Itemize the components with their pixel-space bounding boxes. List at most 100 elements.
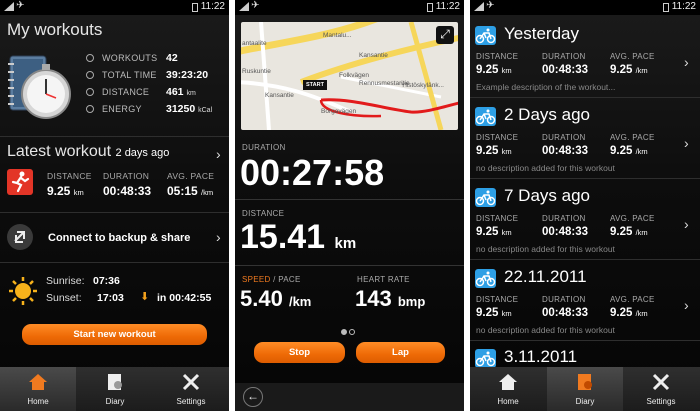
home-icon bbox=[29, 374, 47, 390]
distance-label: DISTANCE bbox=[476, 133, 519, 142]
map-label: Folkvägen bbox=[339, 72, 369, 79]
chevron-right-icon: › bbox=[216, 229, 221, 245]
duration-label: DURATION bbox=[542, 214, 586, 223]
battery-icon bbox=[427, 3, 433, 12]
distance-label: DISTANCE bbox=[476, 52, 519, 61]
home-screen: ✈ 11:22 My workouts WORKOUTS 42 TOTAL TI… bbox=[0, 0, 229, 411]
sunset-countdown: in 00:42:55 bbox=[157, 292, 212, 304]
start-marker: START bbox=[303, 80, 327, 90]
tab-settings[interactable]: Settings bbox=[623, 367, 699, 411]
chevron-right-icon: › bbox=[684, 216, 689, 232]
tab-home[interactable]: Home bbox=[0, 367, 76, 411]
clock: 11:22 bbox=[435, 1, 460, 12]
backup-label: Connect to backup & share bbox=[48, 232, 191, 244]
duration-label: DURATION bbox=[542, 52, 586, 61]
workout-screen: ✈ 11:22 Mantalu... Kansantie antaalite R… bbox=[235, 0, 464, 411]
entry-title: 3.11.2011 bbox=[504, 347, 578, 366]
heart-rate-label: HEART RATE bbox=[357, 275, 410, 284]
stat-label: WORKOUTS bbox=[102, 53, 158, 63]
stat-value: 42 bbox=[166, 52, 178, 64]
map-label: Ylistöskylänk... bbox=[401, 82, 444, 89]
page-indicator bbox=[340, 322, 356, 340]
page-title: My workouts bbox=[7, 20, 103, 39]
tab-diary[interactable]: Diary bbox=[77, 367, 153, 411]
divider bbox=[0, 262, 229, 263]
stats-list: WORKOUTS 42 TOTAL TIME 39:23:20 DISTANCE… bbox=[86, 50, 226, 118]
status-bar: ✈ 11:22 bbox=[235, 0, 464, 15]
runner-icon bbox=[7, 169, 33, 195]
duration-value: 00:48:33 bbox=[542, 307, 589, 319]
distance-value: 9.25 km bbox=[476, 307, 512, 319]
page-dot-active bbox=[341, 329, 347, 335]
tab-diary[interactable]: Diary bbox=[547, 367, 623, 411]
divider bbox=[470, 97, 700, 98]
bottom-toolbar: Home Diary Settings bbox=[0, 367, 229, 411]
cycling-icon bbox=[475, 107, 496, 126]
pace-label: AVG. PACE bbox=[610, 295, 655, 304]
divider bbox=[470, 259, 700, 260]
map-label: Ruskuntie bbox=[242, 68, 271, 75]
diary-entry[interactable]: 7 Days ago DISTANCE 9.25 km DURATION 00:… bbox=[470, 182, 700, 254]
duration-label: DURATION bbox=[542, 295, 586, 304]
entry-title: 7 Days ago bbox=[504, 186, 590, 205]
drop-icon bbox=[86, 54, 94, 62]
sync-icon bbox=[7, 224, 33, 250]
duration-value: 00:48:33 bbox=[103, 184, 152, 198]
tab-label: Settings bbox=[646, 397, 676, 406]
start-workout-button[interactable]: Start new workout bbox=[22, 324, 207, 345]
distance-label: DISTANCE bbox=[476, 214, 519, 223]
entry-description: no description added for this workout bbox=[476, 325, 615, 335]
tab-label: Settings bbox=[176, 397, 206, 406]
stat-value: 31250 kCal bbox=[166, 103, 213, 115]
pace-value: 9.25 /km bbox=[610, 145, 648, 157]
sunrise-label: Sunrise: bbox=[46, 275, 85, 287]
stat-workouts: WORKOUTS 42 bbox=[86, 50, 226, 67]
stat-distance: DISTANCE 461 km bbox=[86, 84, 226, 101]
back-icon[interactable]: ← bbox=[243, 387, 263, 407]
diary-entry[interactable]: 2 Days ago DISTANCE 9.25 km DURATION 00:… bbox=[470, 101, 700, 173]
tab-label: Diary bbox=[575, 397, 595, 406]
stopwatch-icon bbox=[8, 55, 71, 119]
speed-pace-label: SPEED / PACE bbox=[242, 275, 301, 284]
cycling-icon bbox=[475, 269, 496, 288]
tab-home[interactable]: Home bbox=[470, 367, 546, 411]
chevron-right-icon: › bbox=[684, 54, 689, 70]
tab-settings[interactable]: Settings bbox=[153, 367, 229, 411]
pace-value: 5.40 /km bbox=[240, 286, 312, 311]
pace-value: 9.25 /km bbox=[610, 64, 648, 76]
distance-label: DISTANCE bbox=[476, 295, 519, 304]
divider bbox=[470, 178, 700, 179]
tab-label: Home bbox=[27, 397, 49, 406]
sun-icon bbox=[9, 277, 37, 305]
pace-value: 9.25 /km bbox=[610, 226, 648, 238]
pace-value: 9.25 /km bbox=[610, 307, 648, 319]
chevron-right-icon: › bbox=[684, 297, 689, 313]
stat-label: ENERGY bbox=[102, 104, 142, 114]
entry-description: no description added for this workout bbox=[476, 163, 615, 173]
duration-label: DURATION bbox=[242, 143, 286, 152]
signal-icon bbox=[239, 2, 249, 11]
diary-entry[interactable]: Yesterday DISTANCE 9.25 km DURATION 00:4… bbox=[470, 20, 700, 92]
diary-screen: ✈ 11:22 Yesterday DISTANCE 9.25 km DURAT… bbox=[470, 0, 700, 411]
distance-value: 9.25 km bbox=[476, 145, 512, 157]
stop-button[interactable]: Stop bbox=[254, 342, 345, 363]
cycling-icon bbox=[475, 26, 496, 45]
tools-icon bbox=[182, 373, 200, 391]
diary-entry[interactable]: 22.11.2011 DISTANCE 9.25 km DURATION 00:… bbox=[470, 263, 700, 335]
lap-button[interactable]: Lap bbox=[356, 342, 445, 363]
energy-icon bbox=[86, 105, 94, 113]
diary-entry[interactable]: 3.11.2011 bbox=[470, 343, 700, 368]
map-label: Kansantie bbox=[265, 92, 294, 99]
route-map[interactable]: Mantalu... Kansantie antaalite Ruskuntie… bbox=[241, 22, 458, 130]
distance-value: 9.25 km bbox=[47, 184, 84, 198]
distance-label: DISTANCE bbox=[47, 171, 92, 181]
heart-rate-value: 143 bmp bbox=[355, 286, 426, 311]
stat-total-time: TOTAL TIME 39:23:20 bbox=[86, 67, 226, 84]
entry-title: Yesterday bbox=[504, 24, 579, 43]
entry-title: 22.11.2011 bbox=[504, 267, 587, 286]
pace-label: AVG. PACE bbox=[610, 133, 655, 142]
pace-label: AVG. PACE bbox=[167, 171, 215, 181]
status-bar: ✈ 11:22 bbox=[0, 0, 229, 15]
expand-icon[interactable]: ⤢ bbox=[436, 26, 454, 44]
map-label: antaalite bbox=[242, 40, 267, 47]
